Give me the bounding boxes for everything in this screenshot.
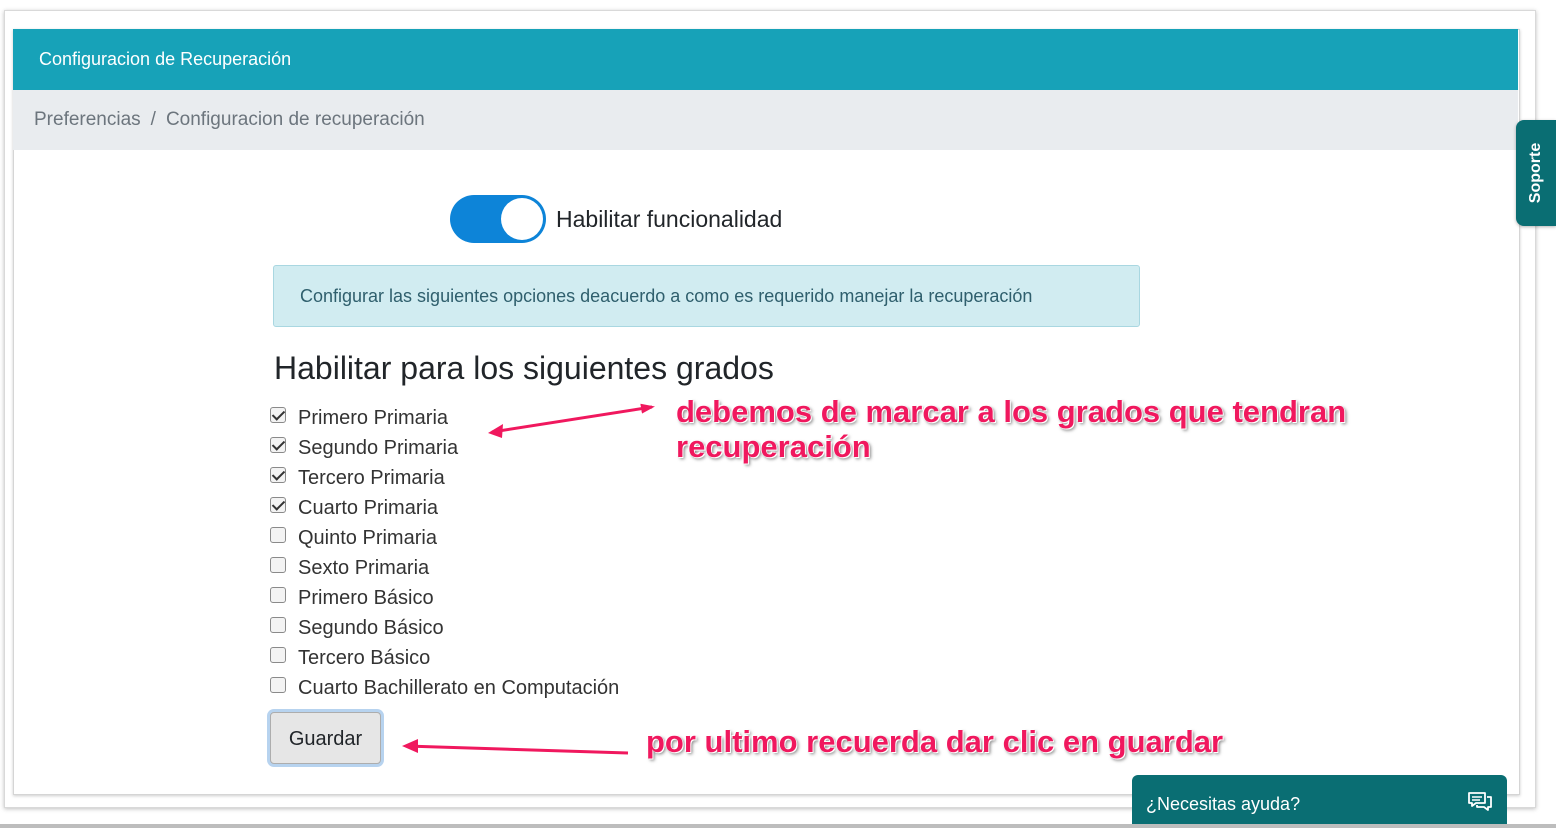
grade-label: Tercero Básico [298,646,431,669]
grade-checkbox[interactable] [270,497,286,513]
info-alert-text: Configurar las siguientes opciones deacu… [300,286,1033,306]
grade-checkbox[interactable] [270,527,286,543]
grade-checkbox[interactable] [270,407,286,423]
grades-list: Primero Primaria Segundo Primaria Tercer… [270,403,619,703]
grade-label: Segundo Básico [298,616,444,639]
grade-label: Segundo Primaria [298,436,459,459]
support-tab[interactable]: Soporte [1516,120,1556,226]
panel-title: Configuracion de Recuperación [39,49,292,69]
grade-item[interactable]: Sexto Primaria [270,553,619,583]
grade-item[interactable]: Tercero Básico [270,643,619,673]
grade-checkbox[interactable] [270,677,286,693]
toggle-label: Habilitar funcionalidad [556,206,783,232]
grade-checkbox[interactable] [270,587,286,603]
grade-label: Cuarto Primaria [298,496,439,519]
annotation-mark-grades-line2: recuperación [676,429,871,464]
grades-section-title: Habilitar para los siguientes grados [274,350,774,386]
toggle-knob [501,198,543,240]
panel-header: Configuracion de Recuperación [13,29,1518,90]
chat-bubbles-icon[interactable] [1467,791,1493,818]
grade-item[interactable]: Cuarto Bachillerato en Computación [270,673,619,703]
taskbar-edge [0,824,1556,828]
grade-checkbox[interactable] [270,467,286,483]
grade-label: Quinto Primaria [298,526,437,549]
breadcrumb: Preferencias / Configuracion de recuperaci… [13,90,1518,150]
annotation-mark-grades: debemos de marcar a los grados que tendr… [676,394,1346,464]
grade-item[interactable]: Quinto Primaria [270,523,619,553]
grade-label: Sexto Primaria [298,556,430,579]
grade-item[interactable]: Cuarto Primaria [270,493,619,523]
grade-checkbox[interactable] [270,557,286,573]
info-alert: Configurar las siguientes opciones deacu… [273,265,1140,327]
breadcrumb-item-preferencias[interactable]: Preferencias [34,109,141,130]
grade-label: Cuarto Bachillerato en Computación [298,676,620,699]
annotation-save: por ultimo recuerda dar clic en guardar [646,724,1224,759]
help-widget-text: ¿Necesitas ayuda? [1146,794,1301,814]
breadcrumb-item-current: Configuracion de recuperación [165,109,425,130]
breadcrumb-separator: / [150,109,156,130]
grade-checkbox[interactable] [270,617,286,633]
annotation-mark-grades-line1: debemos de marcar a los grados que tendr… [676,394,1347,429]
grade-item[interactable]: Segundo Primaria [270,433,619,463]
help-widget[interactable]: ¿Necesitas ayuda? [1132,775,1507,828]
grade-checkbox[interactable] [270,647,286,663]
grade-checkbox[interactable] [270,437,286,453]
save-button[interactable]: Guardar [270,712,381,764]
enable-toggle[interactable] [450,195,546,243]
grade-label: Tercero Primaria [298,466,445,489]
support-tab-label: Soporte [1527,142,1544,204]
grade-item[interactable]: Segundo Básico [270,613,619,643]
grade-item[interactable]: Primero Básico [270,583,619,613]
grade-item[interactable]: Tercero Primaria [270,463,619,493]
grade-label: Primero Básico [298,586,434,609]
grade-item[interactable]: Primero Primaria [270,403,619,433]
grade-label: Primero Primaria [298,406,449,429]
